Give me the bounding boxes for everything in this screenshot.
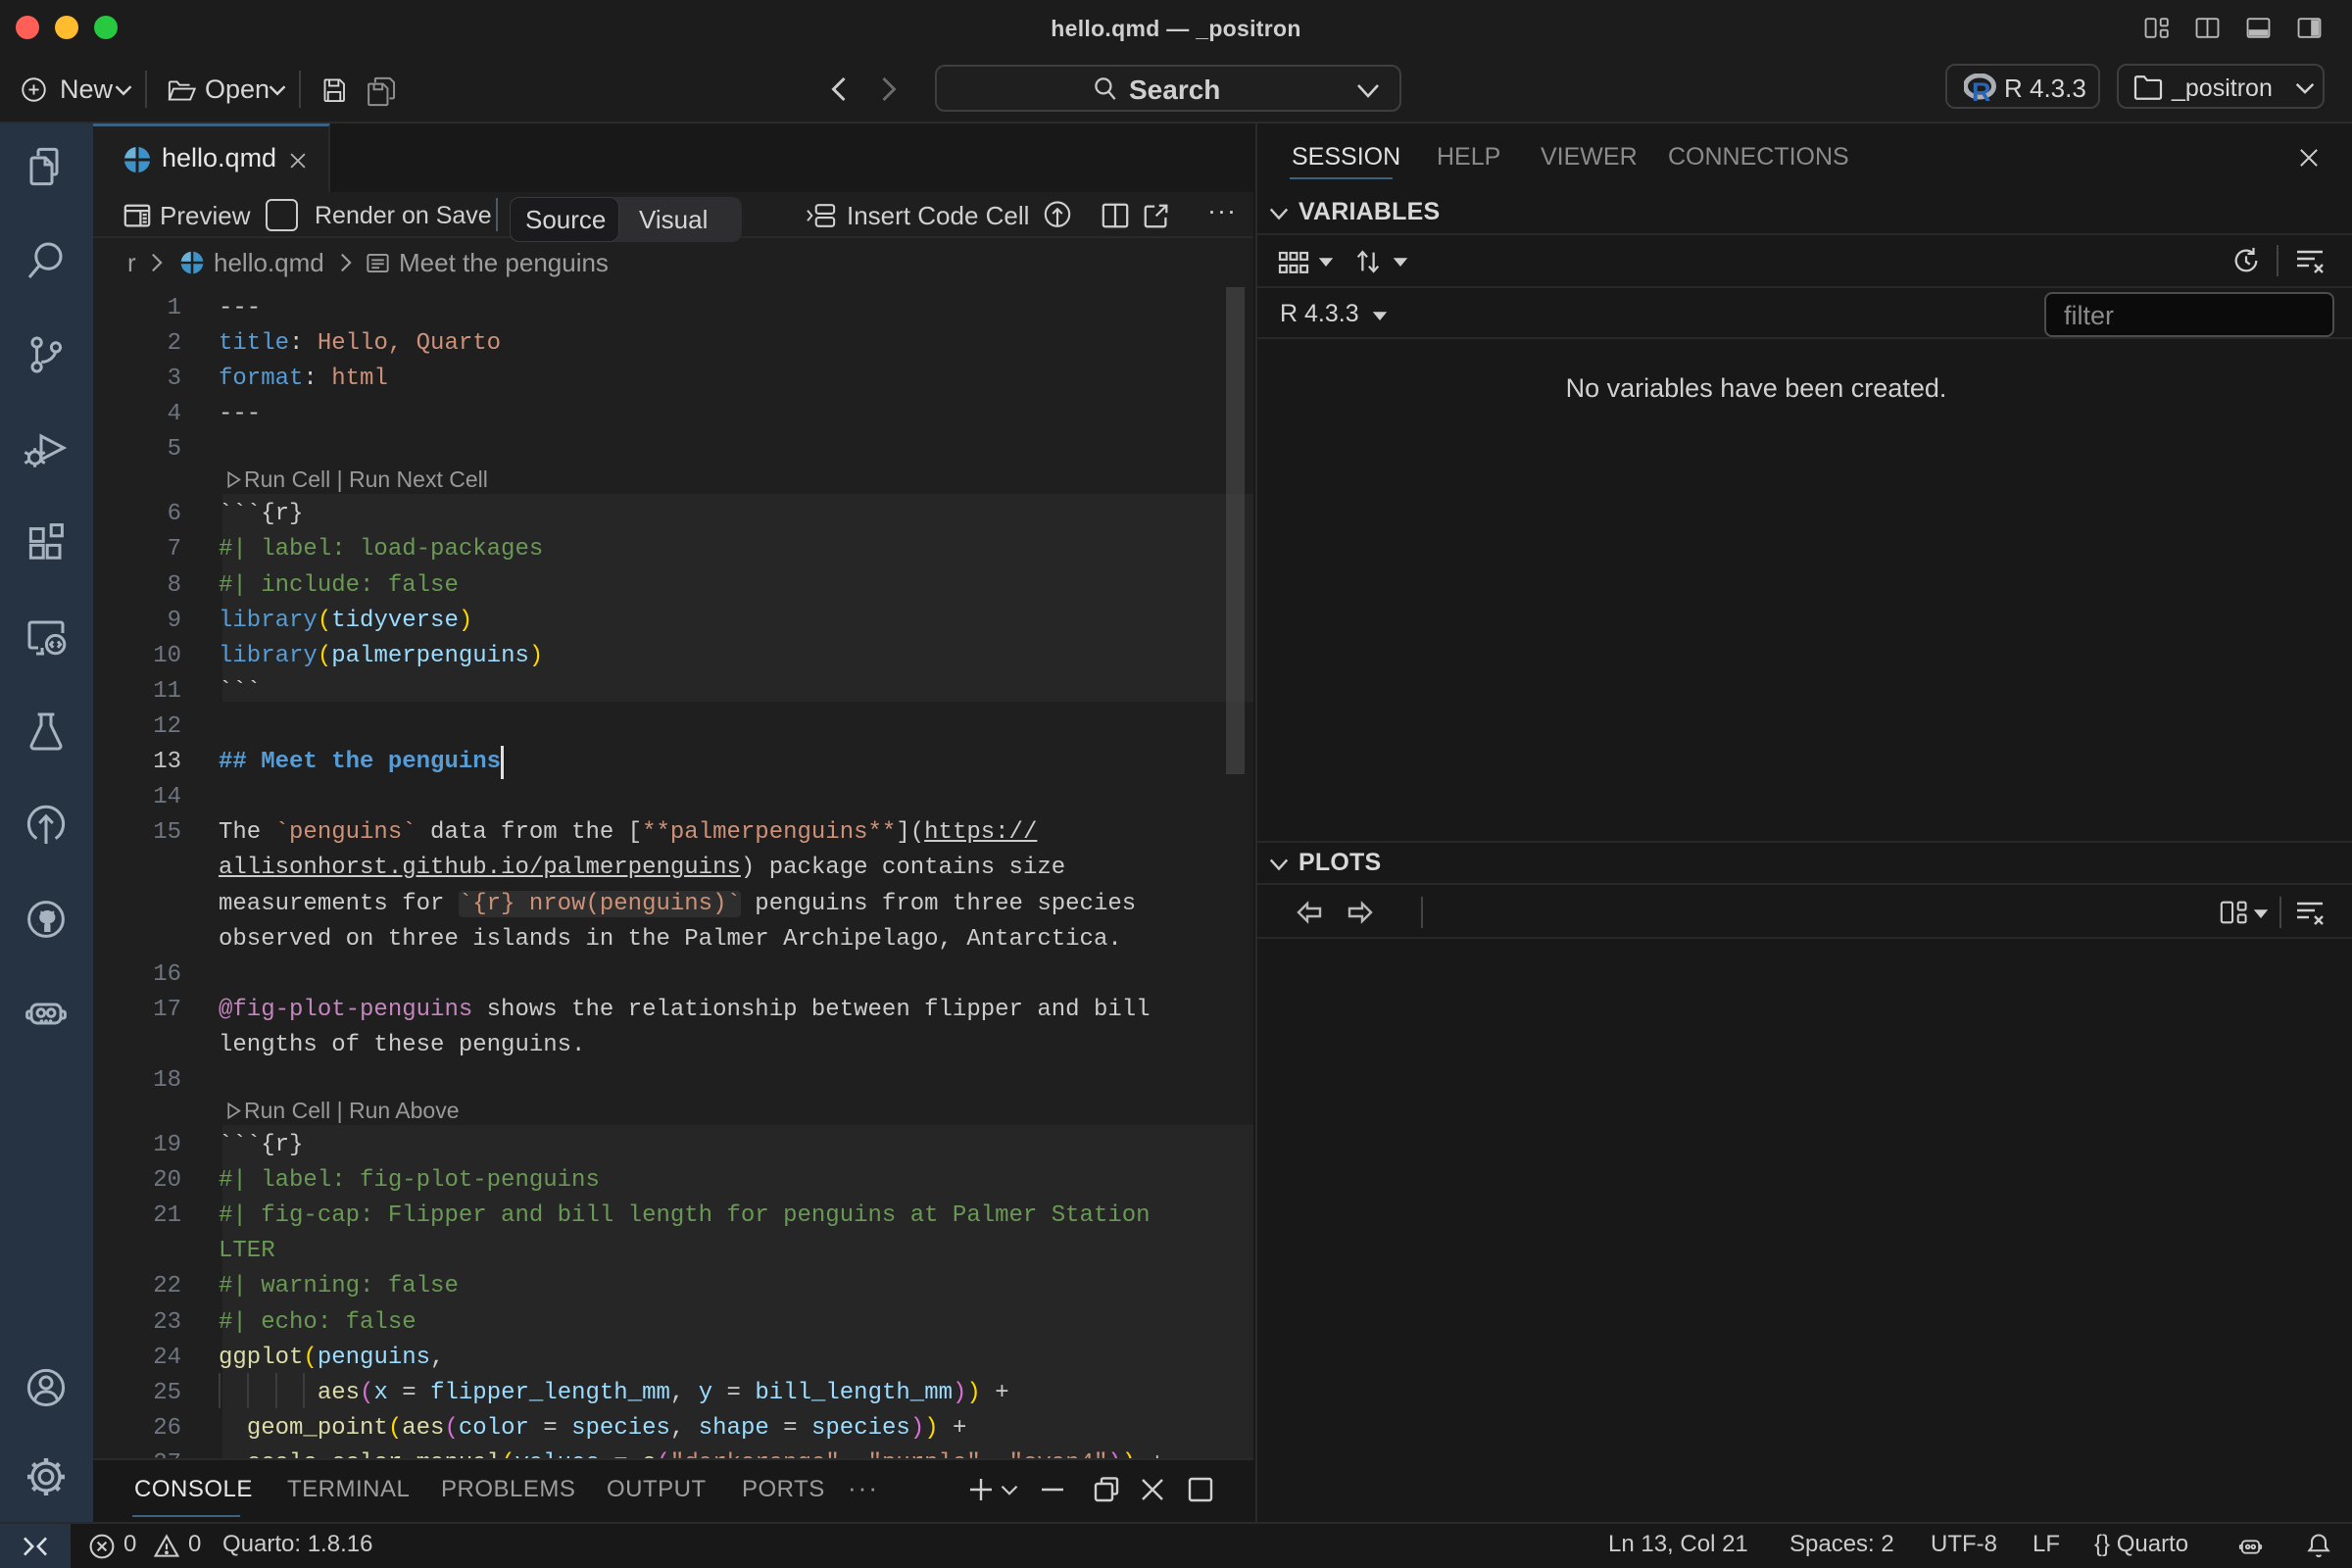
svg-text:R: R <box>1972 77 1991 103</box>
